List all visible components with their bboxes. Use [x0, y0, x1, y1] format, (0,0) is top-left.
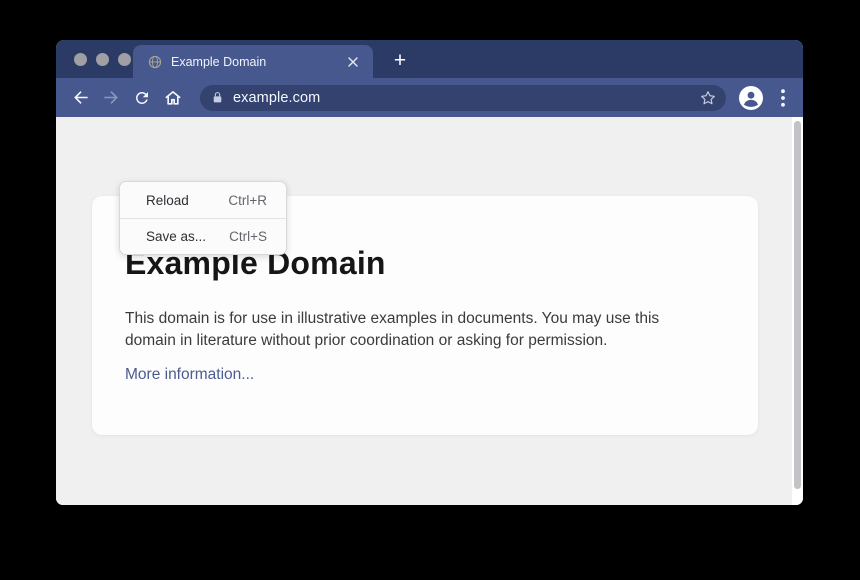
globe-favicon-icon [148, 55, 162, 69]
menu-item-shortcut: Ctrl+S [229, 229, 267, 244]
context-menu-item-save-as[interactable]: Save as... Ctrl+S [120, 218, 286, 254]
menu-item-shortcut: Ctrl+R [228, 193, 267, 208]
menu-item-label: Save as... [146, 229, 206, 244]
context-menu: Reload Ctrl+R Save as... Ctrl+S [119, 181, 287, 255]
context-menu-item-reload[interactable]: Reload Ctrl+R [120, 182, 286, 218]
tab-title: Example Domain [171, 55, 345, 69]
url-text: example.com [233, 90, 320, 106]
avatar-icon[interactable] [738, 85, 764, 111]
menu-item-label: Reload [146, 193, 189, 208]
kebab-menu-icon[interactable] [773, 87, 793, 109]
browser-window: Example Domain + [56, 40, 803, 505]
minimize-window-button[interactable] [96, 53, 109, 66]
titlebar: Example Domain + [56, 40, 803, 78]
address-bar[interactable]: example.com [200, 85, 726, 111]
scrollbar-thumb[interactable] [794, 121, 801, 489]
tab-close-icon[interactable] [345, 54, 361, 70]
new-tab-button[interactable]: + [386, 47, 414, 75]
reload-icon[interactable] [130, 86, 154, 110]
page-content: Example Domain This domain is for use in… [56, 117, 803, 505]
navigation-toolbar: example.com [56, 78, 803, 117]
home-icon[interactable] [161, 86, 185, 110]
back-arrow-icon[interactable] [68, 86, 92, 110]
page-paragraph: This domain is for use in illustrative e… [125, 308, 725, 351]
star-icon[interactable] [699, 89, 717, 107]
close-window-button[interactable] [74, 53, 87, 66]
browser-tab[interactable]: Example Domain [133, 45, 373, 78]
maximize-window-button[interactable] [118, 53, 131, 66]
forward-arrow-icon[interactable] [99, 86, 123, 110]
lock-icon[interactable] [211, 91, 224, 104]
scrollbar-track[interactable] [792, 117, 803, 505]
traffic-lights [74, 53, 131, 66]
more-information-link[interactable]: More information... [125, 366, 254, 384]
